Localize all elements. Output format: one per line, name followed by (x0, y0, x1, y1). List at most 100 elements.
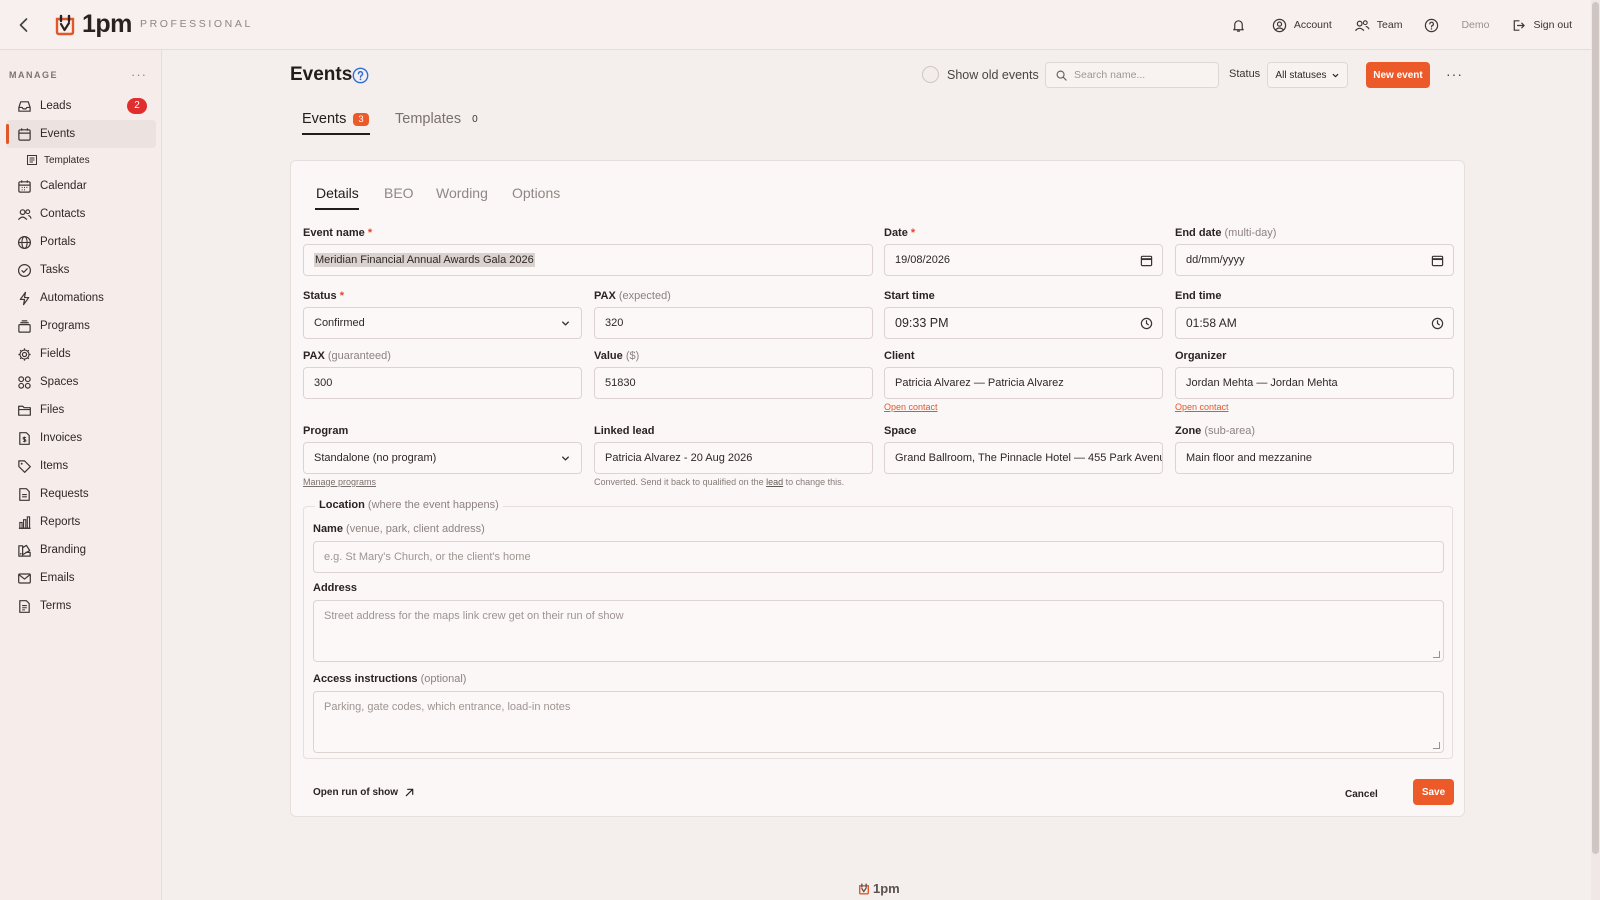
events-count-badge: 3 (353, 112, 369, 126)
sidebar-item-invoices[interactable]: Invoices (6, 424, 156, 452)
value-amount: 51830 (605, 377, 636, 389)
resize-handle-icon[interactable] (1433, 742, 1440, 749)
page-scrollbar[interactable] (1591, 0, 1600, 900)
linked-lead-value: Patricia Alvarez - 20 Aug 2026 (605, 452, 753, 464)
pax-expected-label: PAX (expected) (594, 290, 671, 302)
sidebar-item-terms[interactable]: Terms (6, 592, 156, 620)
back-arrow-icon[interactable] (14, 15, 34, 35)
lead-link[interactable]: lead (766, 477, 783, 487)
sidebar-item-branding[interactable]: Branding (6, 536, 156, 564)
save-button[interactable]: Save (1413, 779, 1454, 805)
run-of-show-label: Open run of show (313, 787, 398, 798)
tab-options[interactable]: Options (512, 185, 560, 201)
team-button[interactable]: Team (1354, 18, 1402, 33)
new-event-button[interactable]: New event (1366, 62, 1430, 88)
cancel-button[interactable]: Cancel (1345, 789, 1378, 800)
clock-icon[interactable] (1140, 317, 1153, 330)
more-options-button[interactable]: ··· (1446, 66, 1463, 82)
show-old-events-toggle[interactable]: Show old events (922, 66, 1039, 83)
sidebar-item-portals[interactable]: Portals (6, 228, 156, 256)
tab-events[interactable]: Events 3 (302, 111, 369, 127)
sidebar-item-emails[interactable]: Emails (6, 564, 156, 592)
chevron-down-icon (1331, 71, 1340, 80)
card-tab-indicator (315, 208, 359, 210)
sidebar-item-contacts[interactable]: Contacts (6, 200, 156, 228)
sidebar-item-calendar[interactable]: Calendar (6, 172, 156, 200)
tab-wording[interactable]: Wording (436, 185, 488, 201)
search-input[interactable] (1074, 69, 1214, 81)
client-label: Client (884, 350, 915, 362)
linked-lead-input[interactable]: Patricia Alvarez - 20 Aug 2026 (594, 442, 873, 474)
search-box[interactable] (1045, 62, 1219, 88)
event-name-input[interactable]: Meridian Financial Annual Awards Gala 20… (303, 244, 873, 276)
sidebar-item-files[interactable]: Files (6, 396, 156, 424)
sidebar-item-items[interactable]: Items (6, 452, 156, 480)
tab-details[interactable]: Details (316, 185, 359, 201)
tab-label: Events (302, 111, 347, 127)
sidebar-item-leads[interactable]: Leads 2 (6, 92, 156, 120)
program-select[interactable]: Standalone (no program) (303, 442, 582, 474)
sidebar-item-label: Branding (40, 544, 87, 556)
scrollbar-thumb[interactable] (1592, 2, 1599, 854)
sidebar-item-requests[interactable]: Requests (6, 480, 156, 508)
calendar-picker-icon[interactable] (1431, 254, 1444, 267)
sidebar: MANAGE ··· Leads 2 Events Templates Cale… (0, 50, 162, 900)
tab-beo[interactable]: BEO (384, 185, 414, 201)
account-button[interactable]: Account (1272, 18, 1332, 33)
sidebar-item-templates[interactable]: Templates (6, 148, 156, 172)
end-date-input[interactable]: dd/mm/yyyy (1175, 244, 1454, 276)
demo-label[interactable]: Demo (1461, 19, 1489, 31)
status-filter-select[interactable]: All statuses (1267, 62, 1348, 88)
open-run-of-show-link[interactable]: Open run of show (313, 787, 415, 798)
help-button[interactable] (1424, 18, 1439, 33)
status-value: Confirmed (314, 317, 365, 329)
status-label: Status * (303, 290, 344, 302)
calendar-picker-icon[interactable] (1140, 254, 1153, 267)
access-instructions-textarea[interactable]: Parking, gate codes, which entrance, loa… (313, 691, 1444, 753)
notifications-button[interactable] (1231, 18, 1246, 33)
sidebar-item-events[interactable]: Events (6, 120, 156, 148)
manage-programs-link[interactable]: Manage programs (303, 477, 376, 487)
organizer-input[interactable]: Jordan Mehta — Jordan Mehta (1175, 367, 1454, 399)
value-input[interactable]: 51830 (594, 367, 873, 399)
sidebar-item-label: Fields (40, 348, 71, 360)
address-textarea[interactable]: Street address for the maps link crew ge… (313, 600, 1444, 662)
sidebar-more-button[interactable]: ··· (131, 67, 147, 82)
start-time-label: Start time (884, 290, 935, 302)
bell-icon (1231, 18, 1246, 33)
tab-templates[interactable]: Templates 0 (395, 111, 478, 127)
client-open-contact-link[interactable]: Open contact (884, 402, 938, 412)
location-name-input[interactable]: e.g. St Mary's Church, or the client's h… (313, 541, 1444, 573)
sidebar-item-label: Templates (44, 154, 90, 166)
sidebar-item-fields[interactable]: Fields (6, 340, 156, 368)
resize-handle-icon[interactable] (1433, 651, 1440, 658)
status-select[interactable]: Confirmed (303, 307, 582, 339)
sidebar-item-programs[interactable]: Programs (6, 312, 156, 340)
end-date-label: End date (multi-day) (1175, 227, 1277, 239)
client-input[interactable]: Patricia Alvarez — Patricia Alvarez (884, 367, 1163, 399)
sidebar-item-reports[interactable]: Reports (6, 508, 156, 536)
date-input[interactable]: 19/08/2026 (884, 244, 1163, 276)
sign-out-button[interactable]: Sign out (1511, 18, 1572, 33)
sidebar-item-tasks[interactable]: Tasks (6, 256, 156, 284)
globe-icon (17, 235, 32, 250)
sidebar-nav: Leads 2 Events Templates Calendar Contac… (6, 92, 156, 620)
organizer-open-contact-link[interactable]: Open contact (1175, 402, 1229, 412)
sidebar-item-label: Requests (40, 488, 89, 500)
sidebar-item-automations[interactable]: Automations (6, 284, 156, 312)
templates-count: 0 (472, 113, 478, 125)
sidebar-item-label: Reports (40, 516, 81, 528)
sidebar-item-label: Automations (40, 292, 104, 304)
start-time-input[interactable]: 09:33 PM (884, 307, 1163, 339)
help-question-icon[interactable] (352, 67, 369, 84)
end-time-input[interactable]: 01:58 AM (1175, 307, 1454, 339)
sidebar-item-spaces[interactable]: Spaces (6, 368, 156, 396)
pax-expected-input[interactable]: 320 (594, 307, 873, 339)
clock-icon[interactable] (1431, 317, 1444, 330)
toggle-switch[interactable] (922, 66, 939, 83)
space-input[interactable]: Grand Ballroom, The Pinnacle Hotel — 455… (884, 442, 1163, 474)
pax-guaranteed-label: PAX (guaranteed) (303, 350, 391, 362)
zone-input[interactable]: Main floor and mezzanine (1175, 442, 1454, 474)
pax-guaranteed-input[interactable]: 300 (303, 367, 582, 399)
brand-logo[interactable]: 1pm (52, 10, 132, 39)
